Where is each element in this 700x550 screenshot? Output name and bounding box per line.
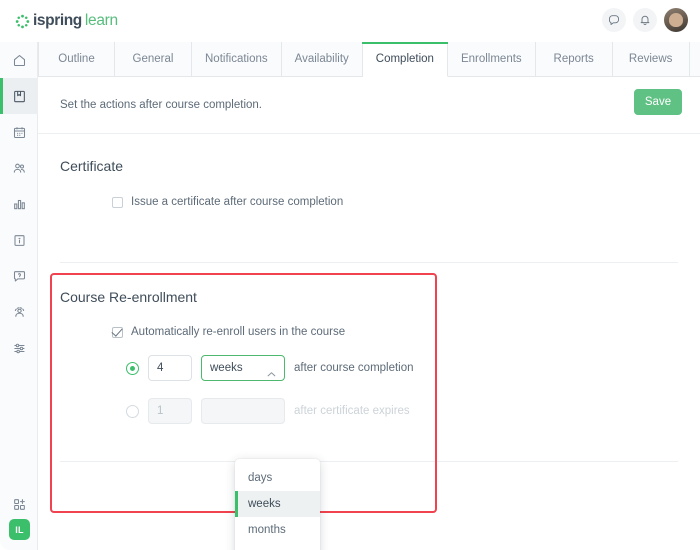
certificate-checkbox-row[interactable]: Issue a certificate after course complet…	[112, 196, 678, 208]
unit-select-value: weeks	[210, 362, 243, 374]
users-icon	[12, 161, 27, 176]
dropdown-option-days[interactable]: days	[235, 465, 320, 491]
chat-bubble-icon[interactable]	[602, 8, 626, 32]
account-avatar[interactable]: IL	[9, 519, 30, 540]
sidebar-item-reports[interactable]	[0, 186, 38, 222]
dropdown-option-years[interactable]: years	[235, 543, 320, 550]
home-icon	[12, 53, 27, 68]
chat-question-icon	[12, 269, 27, 284]
unit-select-completion[interactable]: weeks	[201, 355, 285, 381]
bar-chart-icon	[12, 197, 27, 212]
sidebar-item-org[interactable]	[0, 294, 38, 330]
brand-name-light: learn	[84, 12, 118, 30]
sidebar-item-messages[interactable]	[0, 258, 38, 294]
radio-after-certificate[interactable]	[126, 404, 139, 418]
tab-general[interactable]: General	[115, 42, 192, 76]
tab-reviews[interactable]: Reviews	[612, 42, 690, 76]
sidebar-item-calendar[interactable]	[0, 114, 38, 150]
unit-select-certificate[interactable]	[201, 398, 285, 424]
content-panel: Set the actions after course completion.…	[38, 77, 700, 550]
tab-outline[interactable]: Outline	[38, 42, 115, 76]
top-bar: ispring learn	[0, 0, 700, 42]
top-bar-actions	[602, 8, 688, 32]
id-card-icon	[12, 233, 27, 248]
dropdown-option-months[interactable]: months	[235, 517, 320, 543]
add-app-icon	[12, 497, 27, 512]
sliders-icon	[12, 341, 27, 356]
tab-completion[interactable]: Completion	[361, 42, 449, 77]
reenrollment-section: Course Re-enrollment Automatically re-en…	[60, 289, 680, 424]
sidebar-item-users[interactable]	[0, 150, 38, 186]
issue-certificate-checkbox[interactable]	[112, 196, 123, 208]
avatar[interactable]	[664, 8, 688, 32]
book-icon	[12, 89, 27, 104]
sidebar-item-courses[interactable]	[0, 78, 38, 114]
tab-enrollments[interactable]: Enrollments	[447, 42, 536, 76]
amount-input-completion[interactable]	[148, 355, 192, 381]
tab-availability[interactable]: Availability	[281, 42, 363, 76]
app-window: ispring learn IL Outline General Notific…	[0, 0, 700, 550]
section-divider-top	[60, 262, 678, 263]
tab-bar: Outline General Notifications Availabili…	[38, 42, 700, 77]
reenrollment-title: Course Re-enrollment	[60, 289, 197, 305]
certificate-section: Certificate Issue a certificate after co…	[38, 134, 700, 208]
user-network-icon	[12, 305, 27, 320]
tab-notifications[interactable]: Notifications	[192, 42, 282, 76]
option-after-completion-row[interactable]: weeks after course completion	[126, 355, 680, 381]
save-button[interactable]: Save	[634, 89, 682, 115]
brand-logo[interactable]: ispring learn	[15, 11, 118, 31]
sidebar-item-home[interactable]	[0, 42, 38, 78]
page-caption: Set the actions after course completion.	[60, 99, 262, 111]
bell-icon[interactable]	[633, 8, 657, 32]
sidebar: IL	[0, 42, 38, 550]
radio-after-completion[interactable]	[126, 361, 139, 375]
reenrollment-body: Automatically re-enroll users in the cou…	[112, 326, 680, 424]
ispring-asterisk-logo-icon	[15, 14, 30, 29]
calendar-icon	[12, 125, 27, 140]
certificate-title: Certificate	[60, 158, 124, 174]
unit-dropdown-menu: days weeks months years	[235, 459, 320, 550]
auto-reenroll-checkbox-row[interactable]: Automatically re-enroll users in the cou…	[112, 326, 680, 338]
chevron-up-icon	[267, 365, 276, 383]
sidebar-item-apps[interactable]	[0, 486, 38, 522]
section-divider-bottom	[60, 461, 678, 462]
dropdown-option-weeks[interactable]: weeks	[235, 491, 320, 517]
content-header: Set the actions after course completion.…	[38, 77, 700, 134]
sidebar-item-settings[interactable]	[0, 330, 38, 366]
issue-certificate-label: Issue a certificate after course complet…	[131, 196, 344, 208]
trailing-text-completion: after course completion	[294, 362, 414, 374]
trailing-text-certificate: after certificate expires	[294, 405, 410, 417]
auto-reenroll-label: Automatically re-enroll users in the cou…	[131, 326, 346, 338]
sidebar-item-content[interactable]	[0, 222, 38, 258]
amount-input-certificate[interactable]	[148, 398, 192, 424]
option-after-certificate-row[interactable]: after certificate expires	[126, 398, 680, 424]
auto-reenroll-checkbox[interactable]	[112, 326, 123, 338]
brand-name-bold: ispring	[33, 12, 82, 30]
tab-reports[interactable]: Reports	[535, 42, 613, 76]
